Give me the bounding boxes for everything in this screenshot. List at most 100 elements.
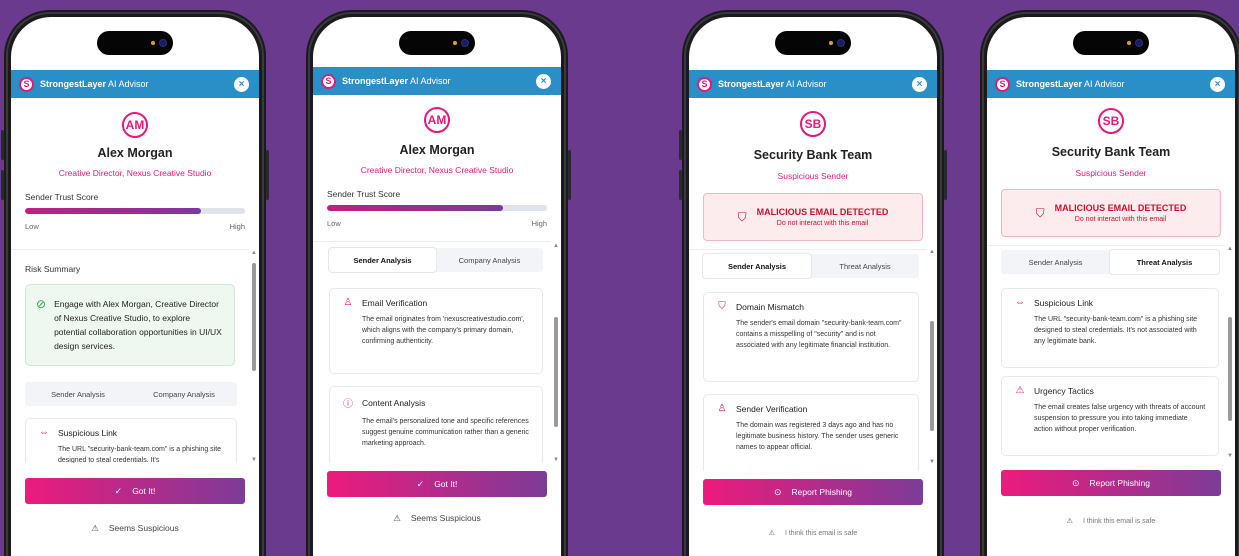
sender-name: Alex Morgan: [399, 143, 475, 157]
card-title: Suspicious Link: [58, 427, 118, 438]
report-circle-icon: ⊙: [773, 486, 782, 497]
report-circle-icon: ⊙: [1071, 477, 1080, 488]
warning-triangle-icon: ⚠: [768, 530, 775, 537]
card-body: The domain was registered 3 days ago and…: [736, 422, 899, 451]
warning-triangle-icon: ⚠: [393, 513, 401, 523]
scroll-content[interactable]: Risk Summary ⊘ Engage with Alex Morgan, …: [11, 249, 249, 463]
screen: S StrongestLayer AI Advisor × AM Alex Mo…: [11, 17, 259, 556]
seems-suspicious-link[interactable]: ⚠ Seems Suspicious: [11, 523, 259, 534]
tab-sender-analysis[interactable]: Sender Analysis: [1001, 250, 1110, 274]
trust-score-label: Sender Trust Score: [327, 189, 401, 199]
malicious-alert: ⛉ MALICIOUS EMAIL DETECTED Do not intera…: [1001, 189, 1221, 237]
analysis-card: ⛉ Domain Mismatch The sender's email doma…: [703, 292, 919, 382]
scroll-up-arrow[interactable]: ▲: [553, 243, 559, 249]
tab-threat-analysis[interactable]: Threat Analysis: [1110, 250, 1219, 274]
analysis-card: ⇔ Suspicious Link The URL "security-bank-…: [25, 418, 237, 463]
tab-sender-analysis[interactable]: Sender Analysis: [25, 382, 131, 406]
analysis-card: ♙ Email Verification The email originates…: [329, 288, 543, 374]
dynamic-island: [97, 31, 173, 55]
phone-3: S StrongestLayer AI Advisor × SB Securit…: [679, 10, 947, 556]
strongestlayer-logo-icon: S: [995, 76, 1010, 92]
scrollbar-thumb[interactable]: [930, 321, 934, 431]
report-phishing-button[interactable]: ⊙ Report Phishing: [1001, 470, 1221, 496]
phone-1: S StrongestLayer AI Advisor × AM Alex Mo…: [1, 10, 269, 556]
scrollbar-thumb[interactable]: [252, 263, 256, 371]
scrollbar-thumb[interactable]: [1228, 317, 1232, 421]
analysis-card: ♙ Sender Verification The domain was regi…: [703, 394, 919, 471]
avatar: SB: [1098, 108, 1124, 134]
analysis-tabs: Sender Analysis Threat Analysis: [1001, 250, 1219, 274]
seems-suspicious-link[interactable]: ⚠ Seems Suspicious: [313, 513, 561, 524]
risk-summary-text: Engage with Alex Morgan, Creative Direct…: [54, 299, 222, 351]
got-it-button[interactable]: ✓ Got It!: [327, 471, 547, 497]
scroll-down-arrow[interactable]: ▼: [1227, 453, 1233, 459]
card-title: Email Verification: [362, 297, 428, 308]
card-title: Sender Verification: [736, 403, 808, 414]
header-title: StrongestLayer AI Advisor: [1016, 79, 1125, 89]
dynamic-island: [399, 31, 475, 55]
alert-subtitle: Do not interact with this email: [1074, 216, 1167, 223]
trust-score-bar: [25, 208, 245, 214]
alert-subtitle: Do not interact with this email: [776, 220, 869, 227]
scroll-down-arrow[interactable]: ▼: [929, 459, 935, 465]
analysis-tabs: Sender Analysis Company Analysis: [25, 382, 237, 406]
close-button[interactable]: ×: [234, 76, 249, 92]
tab-company-analysis[interactable]: Company Analysis: [436, 248, 543, 272]
strongestlayer-logo-icon: S: [697, 76, 712, 92]
info-icon: ⓘ: [343, 399, 353, 410]
shield-icon: ⛉: [737, 209, 747, 224]
avatar: AM: [424, 107, 450, 133]
scroll-down-arrow[interactable]: ▼: [553, 457, 559, 463]
scroll-content[interactable]: Sender Analysis Threat Analysis ⛉ Domain …: [689, 249, 927, 471]
close-button[interactable]: ×: [1210, 76, 1225, 92]
scroll-up-arrow[interactable]: ▲: [1227, 246, 1233, 252]
scrollbar-thumb[interactable]: [554, 317, 558, 427]
card-title: Suspicious Link: [1034, 297, 1094, 308]
sender-title: Creative Director, Nexus Creative Studio: [58, 168, 212, 178]
scroll-up-arrow[interactable]: ▲: [251, 250, 257, 256]
got-it-button[interactable]: ✓ Got It!: [25, 478, 245, 504]
card-body: The URL "security-bank-team.com" is a ph…: [58, 446, 222, 463]
sender-status: Suspicious Sender: [777, 171, 849, 181]
sender-name: Alex Morgan: [97, 146, 173, 160]
check-circle-icon: ✓: [416, 478, 425, 489]
advisor-header: S StrongestLayer AI Advisor ×: [313, 67, 561, 95]
trust-score-label: Sender Trust Score: [25, 192, 99, 202]
strongestlayer-logo-icon: S: [19, 76, 34, 92]
scroll-content[interactable]: Sender Analysis Threat Analysis ⇔ Suspici…: [987, 245, 1225, 467]
header-title: StrongestLayer AI Advisor: [40, 79, 149, 89]
tab-company-analysis[interactable]: Company Analysis: [131, 382, 237, 406]
close-button[interactable]: ×: [536, 73, 551, 89]
sender-title: Creative Director, Nexus Creative Studio: [360, 165, 514, 175]
tab-threat-analysis[interactable]: Threat Analysis: [811, 254, 919, 278]
scroll-up-arrow[interactable]: ▲: [929, 249, 935, 255]
scroll-down-arrow[interactable]: ▼: [251, 457, 257, 463]
alert-square-icon: ⚠: [1015, 385, 1025, 396]
tab-sender-analysis[interactable]: Sender Analysis: [329, 248, 436, 272]
dynamic-island: [1073, 31, 1149, 55]
analysis-card: ⚠ Urgency Tactics The email creates false…: [1001, 376, 1219, 456]
risk-summary-box: ⊘ Engage with Alex Morgan, Creative Dire…: [25, 284, 235, 366]
screen: S StrongestLayer AI Advisor × SB Securit…: [987, 17, 1235, 556]
email-is-safe-link[interactable]: ⚠ I think this email is safe: [987, 517, 1235, 525]
close-button[interactable]: ×: [912, 76, 927, 92]
alert-title: MALICIOUS EMAIL DETECTED: [756, 207, 889, 217]
scroll-content[interactable]: Sender Analysis Company Analysis ♙ Email …: [313, 241, 551, 463]
user-icon: ♙: [343, 297, 353, 308]
card-body: The email's personalized tone and specif…: [362, 418, 529, 447]
link-icon: ⇔: [39, 427, 49, 438]
report-phishing-button[interactable]: ⊙ Report Phishing: [703, 479, 923, 505]
sender-status: Suspicious Sender: [1075, 168, 1147, 178]
tab-sender-analysis[interactable]: Sender Analysis: [703, 254, 811, 278]
screen: S StrongestLayer AI Advisor × SB Securit…: [689, 17, 937, 556]
check-circle-icon: ⊘: [36, 297, 47, 311]
trust-score-range: Low High: [327, 219, 547, 228]
phone-2: S StrongestLayer AI Advisor × AM Alex Mo…: [306, 10, 571, 556]
advisor-header: S StrongestLayer AI Advisor ×: [987, 70, 1235, 98]
email-is-safe-link[interactable]: ⚠ I think this email is safe: [689, 529, 937, 537]
header-title: StrongestLayer AI Advisor: [342, 76, 451, 86]
analysis-card: ⓘ Content Analysis The email's personaliz…: [329, 386, 543, 463]
strongestlayer-logo-icon: S: [321, 73, 336, 89]
shield-icon: ⛉: [718, 301, 726, 312]
check-circle-icon: ✓: [114, 485, 123, 496]
